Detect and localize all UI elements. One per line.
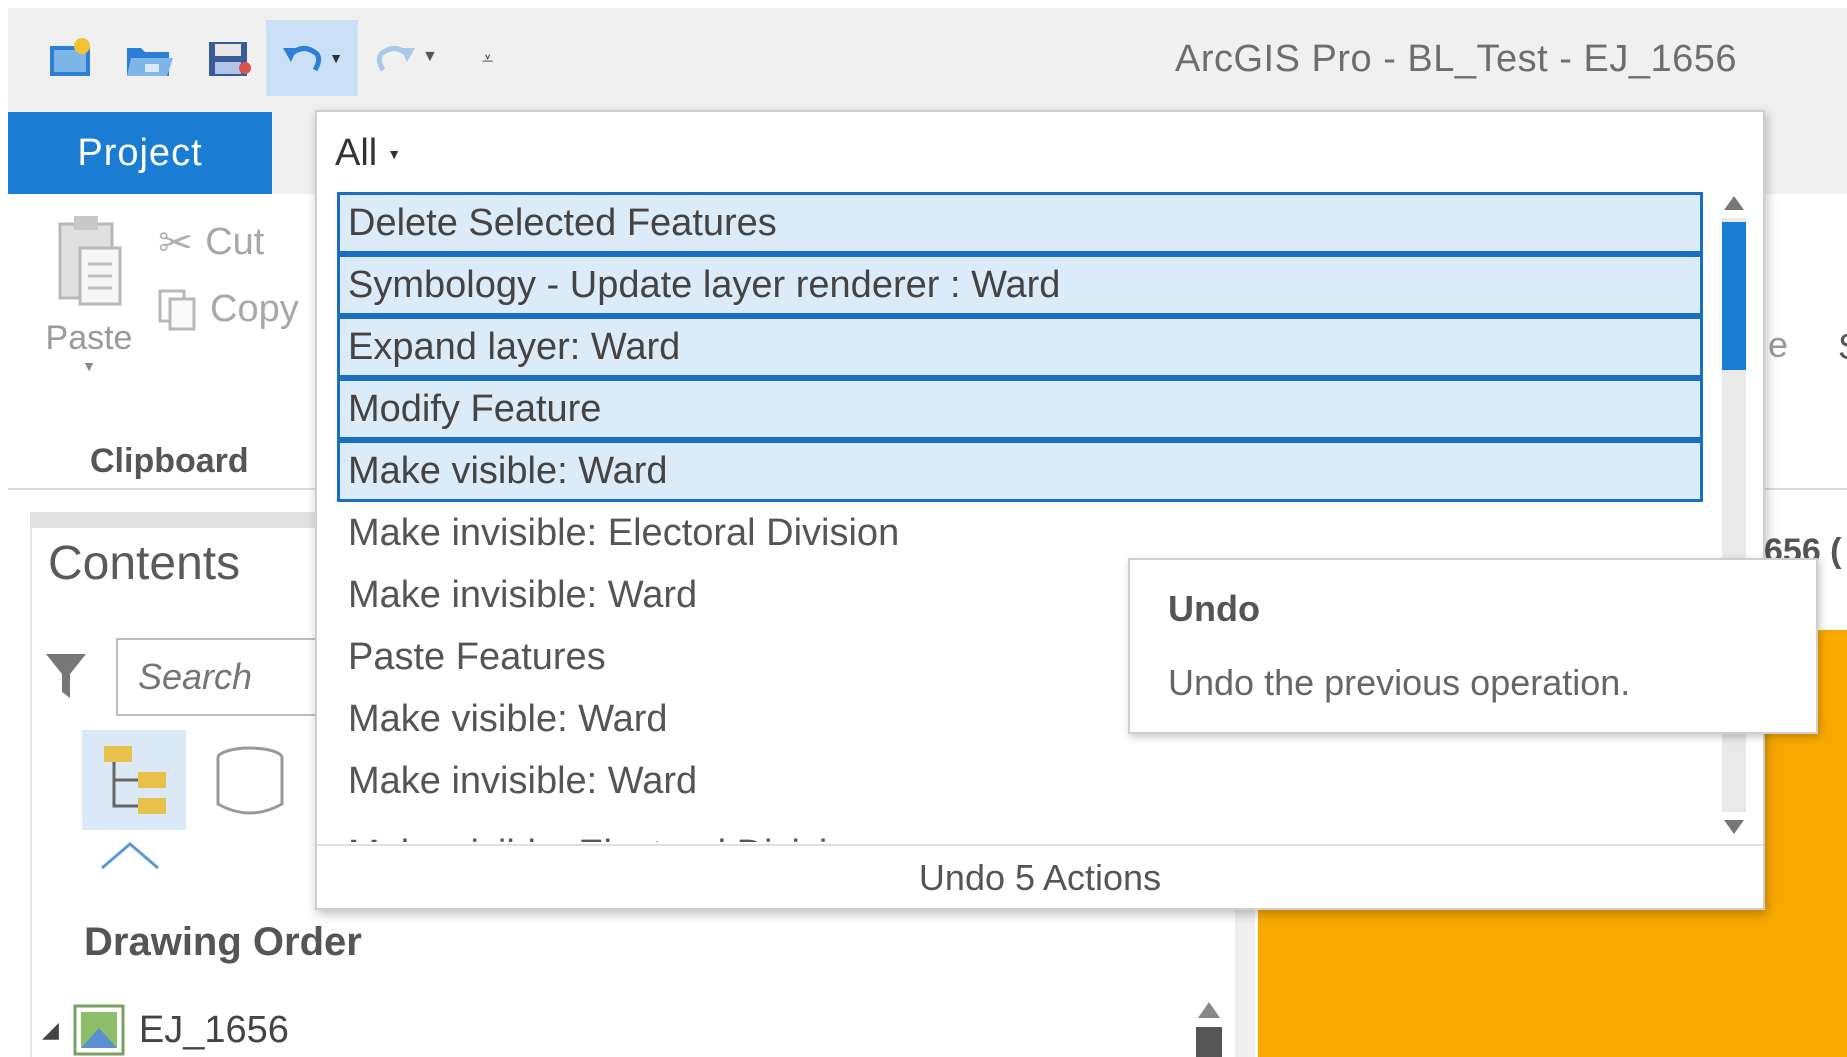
save-project-button[interactable]	[194, 20, 264, 96]
map-layer-row[interactable]: ◢ EJ_1656	[42, 1004, 289, 1056]
customize-toolbar-icon[interactable]: ⩡	[482, 48, 493, 71]
redo-button[interactable]	[360, 20, 430, 96]
undo-history-item[interactable]: Modify Feature	[337, 378, 1703, 440]
cut-button[interactable]: ✂ Cut	[158, 218, 264, 267]
expand-triangle-icon[interactable]: ◢	[42, 1017, 59, 1043]
undo-icon	[283, 46, 322, 72]
redo-icon	[376, 46, 415, 72]
new-project-icon	[50, 38, 90, 76]
undo-actions-button[interactable]: Undo 5 Actions	[317, 844, 1763, 910]
map-layer-label: EJ_1656	[138, 1008, 289, 1051]
ribbon-fragment-label: e	[1768, 324, 1789, 365]
contents-title: Contents	[48, 537, 241, 590]
tooltip-description: Undo the previous operation.	[1168, 662, 1631, 703]
save-icon	[209, 42, 251, 76]
clipboard-group-label: Clipboard	[90, 442, 249, 480]
undo-history-item[interactable]: Symbology - Update layer renderer : Ward	[337, 254, 1703, 316]
paste-dropdown-arrow-icon[interactable]: ▼	[30, 358, 148, 374]
undo-tooltip: Undo Undo the previous operation.	[1128, 558, 1818, 734]
undo-history-scrollbar[interactable]	[1720, 192, 1748, 842]
quick-access-toolbar: ▼ ▼ ⩡ ArcGIS Pro - BL_Test - EJ_1656	[8, 8, 1847, 112]
open-project-button[interactable]	[114, 20, 184, 96]
copy-label: Copy	[210, 288, 299, 330]
filter-icon[interactable]	[44, 650, 88, 707]
scrollbar-thumb[interactable]	[1722, 222, 1746, 370]
contents-scrollbar[interactable]	[1196, 1000, 1222, 1057]
undo-filter-dropdown[interactable]: All ▼	[335, 132, 401, 175]
map-icon	[73, 1004, 125, 1056]
scissors-icon: ✂	[158, 219, 194, 266]
database-icon	[216, 746, 284, 815]
drawing-order-heading: Drawing Order	[84, 920, 362, 964]
tooltip-title: Undo	[1168, 588, 1260, 629]
cut-label: Cut	[205, 221, 265, 263]
undo-history-item[interactable]: Make invisible: Electoral Division	[337, 502, 1703, 564]
undo-history-item[interactable]: Make invisible: Ward	[337, 750, 1703, 812]
paste-button[interactable]: Paste ▼	[30, 214, 148, 374]
open-folder-icon	[127, 48, 173, 76]
redo-dropdown-arrow-icon[interactable]: ▼	[422, 48, 438, 66]
list-by-source-button[interactable]	[214, 744, 286, 823]
new-project-button[interactable]	[36, 20, 106, 96]
list-by-drawing-order-button[interactable]	[82, 730, 186, 830]
copy-icon	[158, 289, 196, 330]
undo-history-item[interactable]: Make visible: Electoral Division	[337, 812, 1703, 842]
undo-history-dropdown: All ▼ Delete Selected Features Symbology…	[315, 110, 1765, 910]
undo-filter-label: All	[335, 132, 378, 174]
undo-dropdown-arrow-icon[interactable]: ▼	[329, 50, 343, 66]
chevron-down-icon: ▼	[387, 145, 402, 162]
undo-history-list: Delete Selected Features Symbology - Upd…	[337, 192, 1703, 842]
paste-icon	[58, 216, 122, 306]
scroll-down-arrow-icon[interactable]	[1720, 816, 1748, 838]
undo-history-item-label: Make visible: Electoral Division	[348, 833, 870, 842]
undo-history-item[interactable]: Make visible: Ward	[337, 440, 1703, 502]
undo-button[interactable]: ▼	[266, 20, 358, 96]
copy-button[interactable]: Copy	[158, 288, 299, 331]
tree-hierarchy-icon	[104, 746, 166, 814]
undo-history-item[interactable]: Delete Selected Features	[337, 192, 1703, 254]
contents-scrollbar-thumb[interactable]	[1196, 1027, 1222, 1057]
tab-project[interactable]: Project	[8, 112, 272, 194]
scroll-up-arrow-icon[interactable]	[1720, 192, 1748, 214]
chevron-up-icon	[100, 840, 160, 875]
undo-history-item[interactable]: Expand layer: Ward	[337, 316, 1703, 378]
window-title: ArcGIS Pro - BL_Test - EJ_1656	[1174, 38, 1737, 80]
paste-label: Paste	[45, 319, 133, 357]
ribbon-fragment-label-2: S	[1838, 326, 1847, 368]
scroll-up-arrow-icon[interactable]	[1196, 1000, 1222, 1020]
